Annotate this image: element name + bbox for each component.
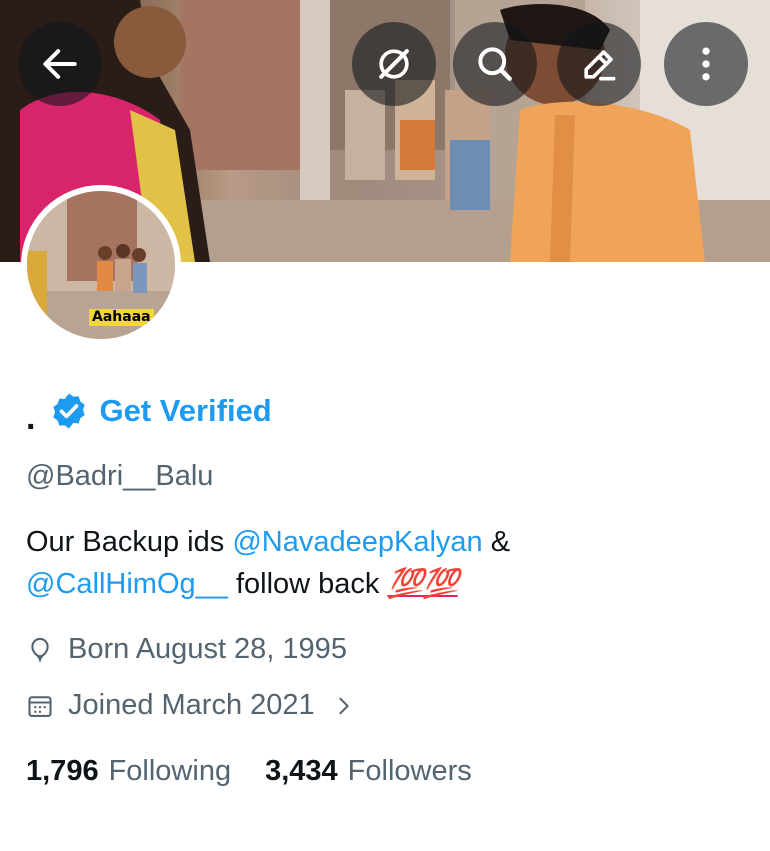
bio-text: & xyxy=(482,526,511,558)
joined-text: Joined March 2021 xyxy=(68,689,315,721)
profile-bio: Our Backup ids @NavadeepKalyan & @CallHi… xyxy=(26,521,726,605)
name-row: . Get Verified xyxy=(26,386,272,436)
profile-handle: @Badri__Balu xyxy=(26,460,214,492)
calendar-icon xyxy=(28,695,52,717)
followers-stat[interactable]: 3,434 Followers xyxy=(265,755,472,788)
chevron-right-icon xyxy=(338,697,349,714)
bio-mention-callhimog[interactable]: @CallHimOg__ xyxy=(26,568,228,600)
follow-stats: 1,796 Following 3,434 Followers xyxy=(26,755,472,788)
search-icon xyxy=(478,47,512,81)
balloon-icon xyxy=(31,637,49,662)
display-name: . xyxy=(26,399,36,437)
bio-text: Our Backup ids xyxy=(26,526,233,558)
bio-mention-navadeepkalyan[interactable]: @NavadeepKalyan xyxy=(232,526,482,558)
birthday-row: Born August 28, 1995 xyxy=(26,633,347,666)
more-vertical-icon xyxy=(702,47,710,81)
followers-count: 3,434 xyxy=(265,755,338,787)
hundred-points-emoji: 💯💯 xyxy=(387,568,458,600)
more-button[interactable] xyxy=(664,22,748,106)
back-button[interactable] xyxy=(18,22,102,106)
following-count: 1,796 xyxy=(26,755,99,787)
avatar-caption: Aahaaa xyxy=(89,309,154,326)
pencil-icon xyxy=(584,50,616,81)
followers-label: Followers xyxy=(347,755,472,787)
following-label: Following xyxy=(108,755,232,787)
edit-button[interactable] xyxy=(557,22,641,106)
verified-badge-icon[interactable] xyxy=(49,391,89,431)
following-stat[interactable]: 1,796 Following xyxy=(26,755,231,788)
grok-button[interactable] xyxy=(352,22,436,106)
get-verified-link[interactable]: Get Verified xyxy=(99,393,271,429)
joined-row[interactable]: Joined March 2021 xyxy=(26,689,369,722)
search-button[interactable] xyxy=(453,22,537,106)
no-sign-icon xyxy=(379,49,409,79)
profile-avatar[interactable]: Aahaaa xyxy=(21,185,181,345)
birthday-text: Born August 28, 1995 xyxy=(68,633,347,665)
arrow-left-icon xyxy=(43,49,77,79)
bio-text: follow back xyxy=(227,568,388,600)
